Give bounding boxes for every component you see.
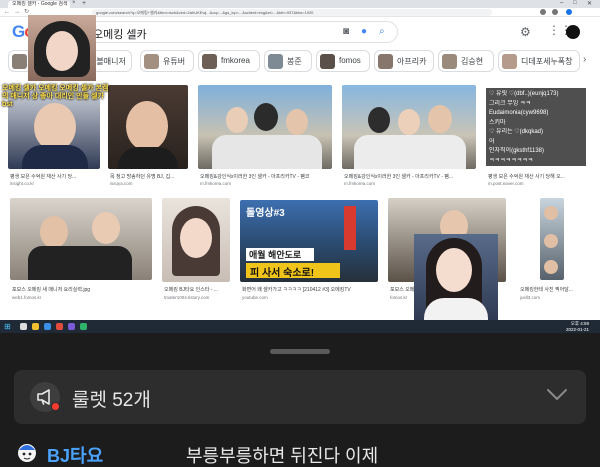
image-result[interactable]: 돌영상#3 애월 해안도로 피 사서 숙소로! (240, 200, 378, 282)
search-icon[interactable]: ⌕ (379, 26, 385, 37)
chat-overlay-line: 어 (489, 138, 495, 145)
chat-overlay-line: ㅋㅋㅋㅋㅋㅋㅋㅋ (489, 157, 534, 164)
mic-icon[interactable]: ● (361, 26, 367, 37)
chip[interactable]: 유튜버 (140, 50, 194, 72)
chat-overlay: ♡ 유릿 ♡(dbf..)(eunjq173) 그리크 무잉 ㅋㅋ Eudaim… (486, 88, 586, 166)
overlay-caption: 오메킹 셀카 오메킹 오메킹 셀카 본캠의 매니저 상 좋아 대리인 만들 셀카… (2, 85, 109, 108)
folder-icon[interactable] (32, 323, 39, 330)
image-result[interactable] (342, 85, 476, 169)
edge-icon[interactable] (44, 323, 51, 330)
chrome-icon[interactable] (56, 323, 63, 330)
result-caption[interactable]: 오메킹한테 사진 찍어달... (520, 286, 590, 293)
chip[interactable]: 아프리카 (374, 50, 434, 72)
result-source: m.fmkorea.com (344, 181, 376, 186)
maximize-button[interactable]: □ (573, 0, 577, 6)
new-tab-icon[interactable]: + (82, 0, 86, 7)
windows-start-icon[interactable]: ⊞ (4, 322, 11, 331)
result-source: issuya.com (110, 181, 133, 186)
app-icon[interactable] (80, 323, 87, 330)
windows-taskbar: ⊞ 오후 4:59 2022-01-21 (0, 320, 600, 333)
chip[interactable]: 김승현 (438, 50, 494, 72)
result-caption[interactable]: 오메킹&강인식x이러한 3인 셀카 - 아프리카TV - 펨... (344, 173, 478, 180)
app-icon[interactable] (68, 323, 75, 330)
chevron-right-icon[interactable]: › (583, 54, 586, 65)
video-title-1: 애월 해안도로 (249, 250, 302, 260)
chat-message: BJ타요 부릉부릉하면 뒤진다 이제 (0, 437, 600, 467)
result-source: insight.co.kr (10, 181, 35, 186)
result-caption[interactable]: 화면어 왜 셀카가고 ㅋㅋㅋㅋ [210412 #3] 오메킹TV (242, 286, 382, 293)
result-caption[interactable]: 포모스 오메킹 새 매니저 요리실력.jpg (12, 286, 154, 293)
extension-icon[interactable] (540, 9, 546, 15)
image-result[interactable] (540, 198, 564, 280)
roulette-notice-bar[interactable]: 룰렛 52개 (14, 370, 586, 424)
result-caption[interactable]: 오메킹&강인식x이러한 3인 셀카 - 아프리카TV - 펨코 (200, 173, 334, 180)
drag-handle[interactable] (270, 349, 330, 354)
chat-overlay-line: ♡ 유릿 ♡(dbf..)(eunjq173) (489, 91, 559, 97)
forward-icon[interactable]: → (14, 8, 20, 17)
result-caption[interactable]: 평생 모은 수억원 재산 사기 당해 오... (488, 173, 588, 180)
image-result[interactable] (10, 198, 152, 280)
chip[interactable]: fomos (316, 50, 370, 72)
chat-overlay-line: ♡ 유리는 ♡(dkqkad) (489, 129, 543, 135)
tab-close-icon[interactable]: × (72, 0, 76, 6)
chat-panel: 룰렛 52개 BJ타요 부릉부릉하면 뒤진다 이제 (0, 333, 600, 467)
account-avatar[interactable] (566, 25, 580, 39)
result-source: web1.fomos.kr (12, 295, 42, 300)
result-source: youtube.com (242, 295, 268, 300)
browser-tabbar: 오메킹 셀카 - Google 검색 × + – □ ✕ (0, 0, 600, 8)
roulette-count: 룰렛 52개 (72, 390, 151, 411)
browser-tab[interactable]: 오메킹 셀카 - Google 검색 (8, 1, 70, 8)
minimize-button[interactable]: – (560, 0, 563, 6)
chip[interactable]: 디데포세누폭창 (498, 50, 580, 72)
result-caption[interactable]: 평생 모은 수억원 재산 사기 당... (10, 173, 102, 180)
result-source: tmater1004.tistory.com (164, 295, 210, 300)
result-caption[interactable]: 목 청고 방송하던 유명 BJ, 깁... (110, 173, 190, 180)
chip[interactable]: 봉준 (264, 50, 312, 72)
webcam-overlay (28, 15, 96, 81)
image-result[interactable] (108, 85, 188, 169)
stream-screen: 오메킹 셀카 - Google 검색 × + – □ ✕ ← → ↻ googl… (0, 0, 600, 333)
chat-nickname[interactable]: BJ타요 (47, 442, 103, 467)
search-icon[interactable] (20, 323, 27, 330)
address-bar[interactable]: google.com/search?q=오메킹+셀카&tbm=isch&ved=… (92, 9, 492, 16)
taskbar-clock[interactable]: 오후 4:59 2022-01-21 (566, 321, 589, 332)
close-window-button[interactable]: ✕ (587, 0, 592, 7)
search-input[interactable]: 오메킹 셀카 ◙ ● ⌕ (80, 21, 398, 43)
image-result[interactable] (198, 85, 332, 169)
search-query[interactable]: 오메킹 셀카 (93, 26, 147, 42)
extension-icon[interactable] (552, 9, 558, 15)
app-stage: 오메킹 셀카 - Google 검색 × + – □ ✕ ← → ↻ googl… (0, 0, 600, 467)
chevron-down-icon[interactable] (546, 388, 568, 402)
result-source: m.fmkorea.com (200, 181, 232, 186)
chat-overlay-line: 스키마 (489, 119, 506, 126)
result-source: fomos.kr (390, 295, 408, 300)
chip[interactable]: fmkorea (198, 50, 260, 72)
notification-dot (51, 402, 60, 411)
result-source: jusll3.com (520, 295, 541, 300)
camera-search-icon[interactable]: ◙ (343, 26, 349, 37)
image-result[interactable] (162, 198, 230, 282)
chat-overlay-line: 인자직이(gksthf1138) (489, 148, 544, 154)
video-title-2: 피 사서 숙소로! (250, 268, 315, 279)
settings-icon[interactable]: ⚙ (520, 25, 531, 39)
chat-overlay-line: 그리크 무잉 ㅋㅋ (489, 100, 531, 107)
chat-message-text: 부릉부릉하면 뒤진다 이제 (186, 446, 379, 466)
video-tag: 돌영상#3 (246, 208, 285, 219)
user-badge-icon (18, 444, 36, 462)
webcam-overlay (414, 234, 498, 333)
result-source: m.post.naver.com (488, 181, 524, 186)
back-icon[interactable]: ← (4, 8, 10, 17)
profile-icon[interactable] (566, 9, 572, 15)
result-caption[interactable]: 오메킹 BJ타요 인스타 - ... (164, 286, 234, 293)
chat-overlay-line: Eudaimonia(cyw9698) (489, 110, 549, 116)
